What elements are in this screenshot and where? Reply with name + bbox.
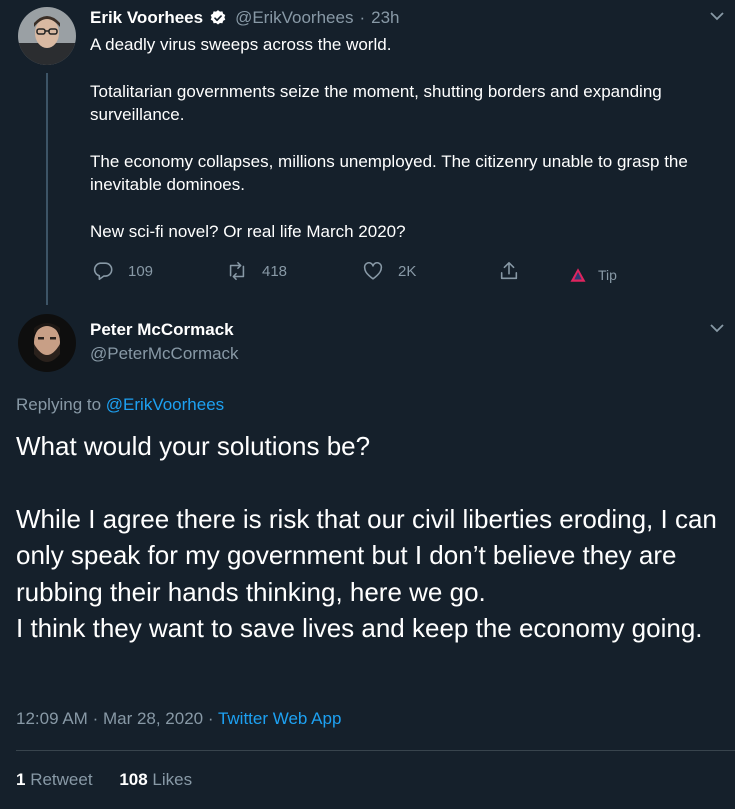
likes-label: Likes: [152, 770, 193, 789]
tweet-paragraph: A deadly virus sweeps across the world.: [90, 35, 392, 54]
parent-handle[interactable]: @ErikVoorhees: [235, 8, 353, 28]
reply-count: 109: [128, 262, 154, 280]
parent-display-name[interactable]: Erik Voorhees: [90, 8, 203, 28]
retweets-label: Retweet: [30, 770, 93, 789]
avatar-erik-voorhees[interactable]: [18, 7, 76, 65]
like-button[interactable]: 2K: [362, 260, 416, 282]
main-tweet-text: What would your solutions be? While I ag…: [16, 428, 728, 683]
replying-to-prefix: Replying to: [16, 395, 102, 414]
tweet-paragraph: The economy collapses, millions unemploy…: [90, 152, 688, 194]
tweet-paragraph: While I agree there is risk that our civ…: [16, 503, 717, 644]
retweets-stat[interactable]: 1 Retweet: [16, 770, 97, 789]
tweet-thread: Erik Voorhees @ErikVoorhees · 23h A dead…: [0, 0, 735, 809]
tweet-meta: 12:09 AM · Mar 28, 2020 · Twitter Web Ap…: [16, 709, 342, 728]
like-count: 2K: [398, 262, 417, 280]
share-button[interactable]: [498, 260, 534, 282]
tip-button[interactable]: Tip: [568, 266, 617, 284]
tweet-time[interactable]: 12:09 AM: [16, 709, 88, 728]
chevron-down-icon[interactable]: [708, 10, 726, 22]
tip-icon: [570, 268, 586, 282]
tweet-stats: 1 Retweet 108 Likes: [16, 770, 192, 790]
main-handle[interactable]: @PeterMcCormack: [90, 344, 239, 364]
retweet-count: 418: [262, 262, 288, 280]
share-icon: [500, 261, 518, 280]
likes-count: 108: [119, 770, 148, 789]
retweets-count: 1: [16, 770, 26, 789]
likes-stat[interactable]: 108 Likes: [119, 770, 192, 789]
verified-badge-icon: [209, 9, 227, 27]
retweet-button[interactable]: 418: [226, 260, 287, 282]
parent-tweet-text: A deadly virus sweeps across the world. …: [90, 33, 730, 267]
tweet-paragraph: What would your solutions be?: [16, 431, 371, 461]
chevron-down-icon[interactable]: [708, 322, 726, 334]
reply-button[interactable]: 109: [92, 260, 153, 282]
tweet-paragraph: New sci-fi novel? Or real life March 202…: [90, 222, 406, 241]
retweet-icon: [229, 261, 245, 281]
tweet-paragraph: Totalitarian governments seize the momen…: [90, 82, 662, 124]
reply-icon: [93, 262, 113, 281]
parent-tweet-header: Erik Voorhees @ErikVoorhees · 23h: [90, 8, 400, 28]
header-separator: ·: [359, 8, 366, 27]
parent-timestamp[interactable]: 23h: [371, 8, 399, 28]
tweet-source-link[interactable]: Twitter Web App: [218, 709, 341, 728]
thread-connector-line: [46, 73, 48, 305]
tip-label: Tip: [598, 267, 617, 283]
like-icon: [363, 262, 383, 280]
divider: [16, 750, 735, 751]
replying-to-link[interactable]: @ErikVoorhees: [106, 395, 224, 414]
avatar-peter-mccormack[interactable]: [18, 314, 76, 372]
main-display-name[interactable]: Peter McCormack: [90, 320, 234, 340]
tweet-date[interactable]: Mar 28, 2020: [103, 709, 203, 728]
replying-to: Replying to @ErikVoorhees: [16, 395, 224, 415]
